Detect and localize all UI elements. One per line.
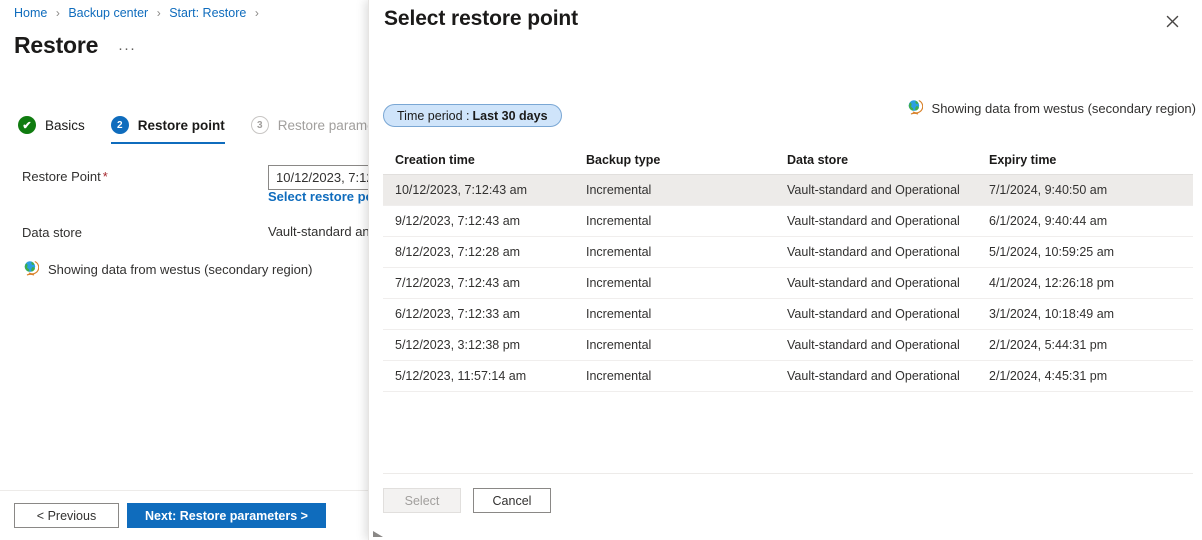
panel-footer-divider: [383, 473, 1193, 474]
cell-expiry-time: 3/1/2024, 10:18:49 am: [989, 307, 1193, 321]
select-button[interactable]: Select: [383, 488, 461, 513]
close-icon[interactable]: [1158, 7, 1186, 35]
panel-title: Select restore point: [384, 7, 578, 31]
blade-region-note-text: Showing data from westus (secondary regi…: [48, 262, 312, 277]
cell-backup-type: Incremental: [586, 307, 787, 321]
cell-backup-type: Incremental: [586, 245, 787, 259]
wizard-step-label: Restore parameters: [278, 118, 368, 133]
step-number-badge: 3: [251, 116, 269, 134]
select-restore-point-link[interactable]: Select restore point: [268, 189, 368, 204]
cell-expiry-time: 4/1/2024, 12:26:18 pm: [989, 276, 1193, 290]
cell-creation-time: 10/12/2023, 7:12:43 am: [383, 183, 586, 197]
step-number-badge: 2: [111, 116, 129, 134]
cell-expiry-time: 2/1/2024, 5:44:31 pm: [989, 338, 1193, 352]
time-period-prefix: Time period :: [397, 109, 469, 123]
table-row[interactable]: 5/12/2023, 11:57:14 amIncrementalVault-s…: [383, 361, 1193, 392]
table-body: 10/12/2023, 7:12:43 amIncrementalVault-s…: [383, 175, 1193, 392]
cell-data-store: Vault-standard and Operational: [787, 369, 989, 383]
breadcrumb-item-home[interactable]: Home: [14, 6, 47, 20]
wizard-step-label: Basics: [45, 118, 85, 133]
more-options-button[interactable]: ···: [118, 40, 136, 57]
cell-expiry-time: 2/1/2024, 4:45:31 pm: [989, 369, 1193, 383]
breadcrumb-separator: ›: [56, 6, 60, 20]
app-root: Home › Backup center › Start: Restore › …: [0, 0, 1202, 540]
table-row[interactable]: 9/12/2023, 7:12:43 amIncrementalVault-st…: [383, 206, 1193, 237]
check-icon: ✔: [18, 116, 36, 134]
column-header-backup-type[interactable]: Backup type: [586, 153, 787, 167]
table-row[interactable]: 5/12/2023, 3:12:38 pmIncrementalVault-st…: [383, 330, 1193, 361]
blade-footer-divider: [0, 490, 368, 491]
wizard-step-restore-parameters[interactable]: 3 Restore parameters: [251, 108, 368, 142]
panel-region-note: Showing data from westus (secondary regi…: [906, 98, 1196, 118]
restore-point-input[interactable]: 10/12/2023, 7:12:43 am: [268, 165, 368, 190]
time-period-filter-pill[interactable]: Time period : Last 30 days: [383, 104, 562, 127]
restore-points-table: Creation time Backup type Data store Exp…: [383, 145, 1193, 392]
wizard-step-label: Restore point: [138, 118, 225, 133]
table-header-row: Creation time Backup type Data store Exp…: [383, 145, 1193, 175]
wizard-steps: ✔ Basics 2 Restore point 3 Restore param…: [18, 108, 368, 142]
restore-wizard-blade: Home › Backup center › Start: Restore › …: [0, 0, 368, 540]
cell-data-store: Vault-standard and Operational: [787, 183, 989, 197]
cell-creation-time: 6/12/2023, 7:12:33 am: [383, 307, 586, 321]
cell-data-store: Vault-standard and Operational: [787, 276, 989, 290]
wizard-step-restore-point[interactable]: 2 Restore point: [111, 108, 225, 142]
breadcrumb-separator: ›: [255, 6, 259, 20]
table-row[interactable]: 8/12/2023, 7:12:28 amIncrementalVault-st…: [383, 237, 1193, 268]
column-header-data-store[interactable]: Data store: [787, 153, 989, 167]
cell-backup-type: Incremental: [586, 369, 787, 383]
cell-backup-type: Incremental: [586, 183, 787, 197]
table-row[interactable]: 7/12/2023, 7:12:43 amIncrementalVault-st…: [383, 268, 1193, 299]
cancel-button[interactable]: Cancel: [473, 488, 551, 513]
required-indicator: *: [103, 169, 108, 184]
resize-grip-icon[interactable]: [373, 524, 383, 534]
breadcrumb: Home › Backup center › Start: Restore ›: [14, 6, 264, 20]
globe-icon: [22, 259, 39, 279]
cell-creation-time: 5/12/2023, 3:12:38 pm: [383, 338, 586, 352]
cell-expiry-time: 7/1/2024, 9:40:50 am: [989, 183, 1193, 197]
restore-point-label: Restore Point*: [22, 169, 108, 184]
cell-expiry-time: 5/1/2024, 10:59:25 am: [989, 245, 1193, 259]
cell-backup-type: Incremental: [586, 214, 787, 228]
cell-creation-time: 5/12/2023, 11:57:14 am: [383, 369, 586, 383]
table-row[interactable]: 10/12/2023, 7:12:43 amIncrementalVault-s…: [383, 175, 1193, 206]
breadcrumb-item-backup-center[interactable]: Backup center: [68, 6, 148, 20]
blade-region-note: Showing data from westus (secondary regi…: [22, 259, 312, 279]
data-store-label: Data store: [22, 225, 82, 240]
column-header-expiry-time[interactable]: Expiry time: [989, 153, 1193, 167]
cell-backup-type: Incremental: [586, 276, 787, 290]
breadcrumb-separator: ›: [157, 6, 161, 20]
table-row[interactable]: 6/12/2023, 7:12:33 amIncrementalVault-st…: [383, 299, 1193, 330]
restore-point-label-text: Restore Point: [22, 169, 101, 184]
cell-creation-time: 8/12/2023, 7:12:28 am: [383, 245, 586, 259]
cell-expiry-time: 6/1/2024, 9:40:44 am: [989, 214, 1193, 228]
breadcrumb-item-start-restore[interactable]: Start: Restore: [169, 6, 246, 20]
select-restore-point-panel: Select restore point Time period : Last …: [368, 0, 1202, 540]
cell-creation-time: 9/12/2023, 7:12:43 am: [383, 214, 586, 228]
column-header-creation-time[interactable]: Creation time: [383, 153, 586, 167]
panel-region-note-text: Showing data from westus (secondary regi…: [932, 101, 1196, 116]
cell-data-store: Vault-standard and Operational: [787, 307, 989, 321]
cell-data-store: Vault-standard and Operational: [787, 214, 989, 228]
wizard-step-basics[interactable]: ✔ Basics: [18, 108, 85, 142]
active-step-underline: [111, 142, 225, 144]
cell-backup-type: Incremental: [586, 338, 787, 352]
cell-data-store: Vault-standard and Operational: [787, 245, 989, 259]
cell-data-store: Vault-standard and Operational: [787, 338, 989, 352]
next-restore-parameters-button[interactable]: Next: Restore parameters >: [127, 503, 326, 528]
time-period-value: Last 30 days: [472, 109, 547, 123]
cell-creation-time: 7/12/2023, 7:12:43 am: [383, 276, 586, 290]
globe-icon: [906, 98, 923, 118]
page-title: Restore: [14, 32, 98, 59]
data-store-value: Vault-standard and Operational: [268, 224, 368, 239]
previous-button[interactable]: < Previous: [14, 503, 119, 528]
